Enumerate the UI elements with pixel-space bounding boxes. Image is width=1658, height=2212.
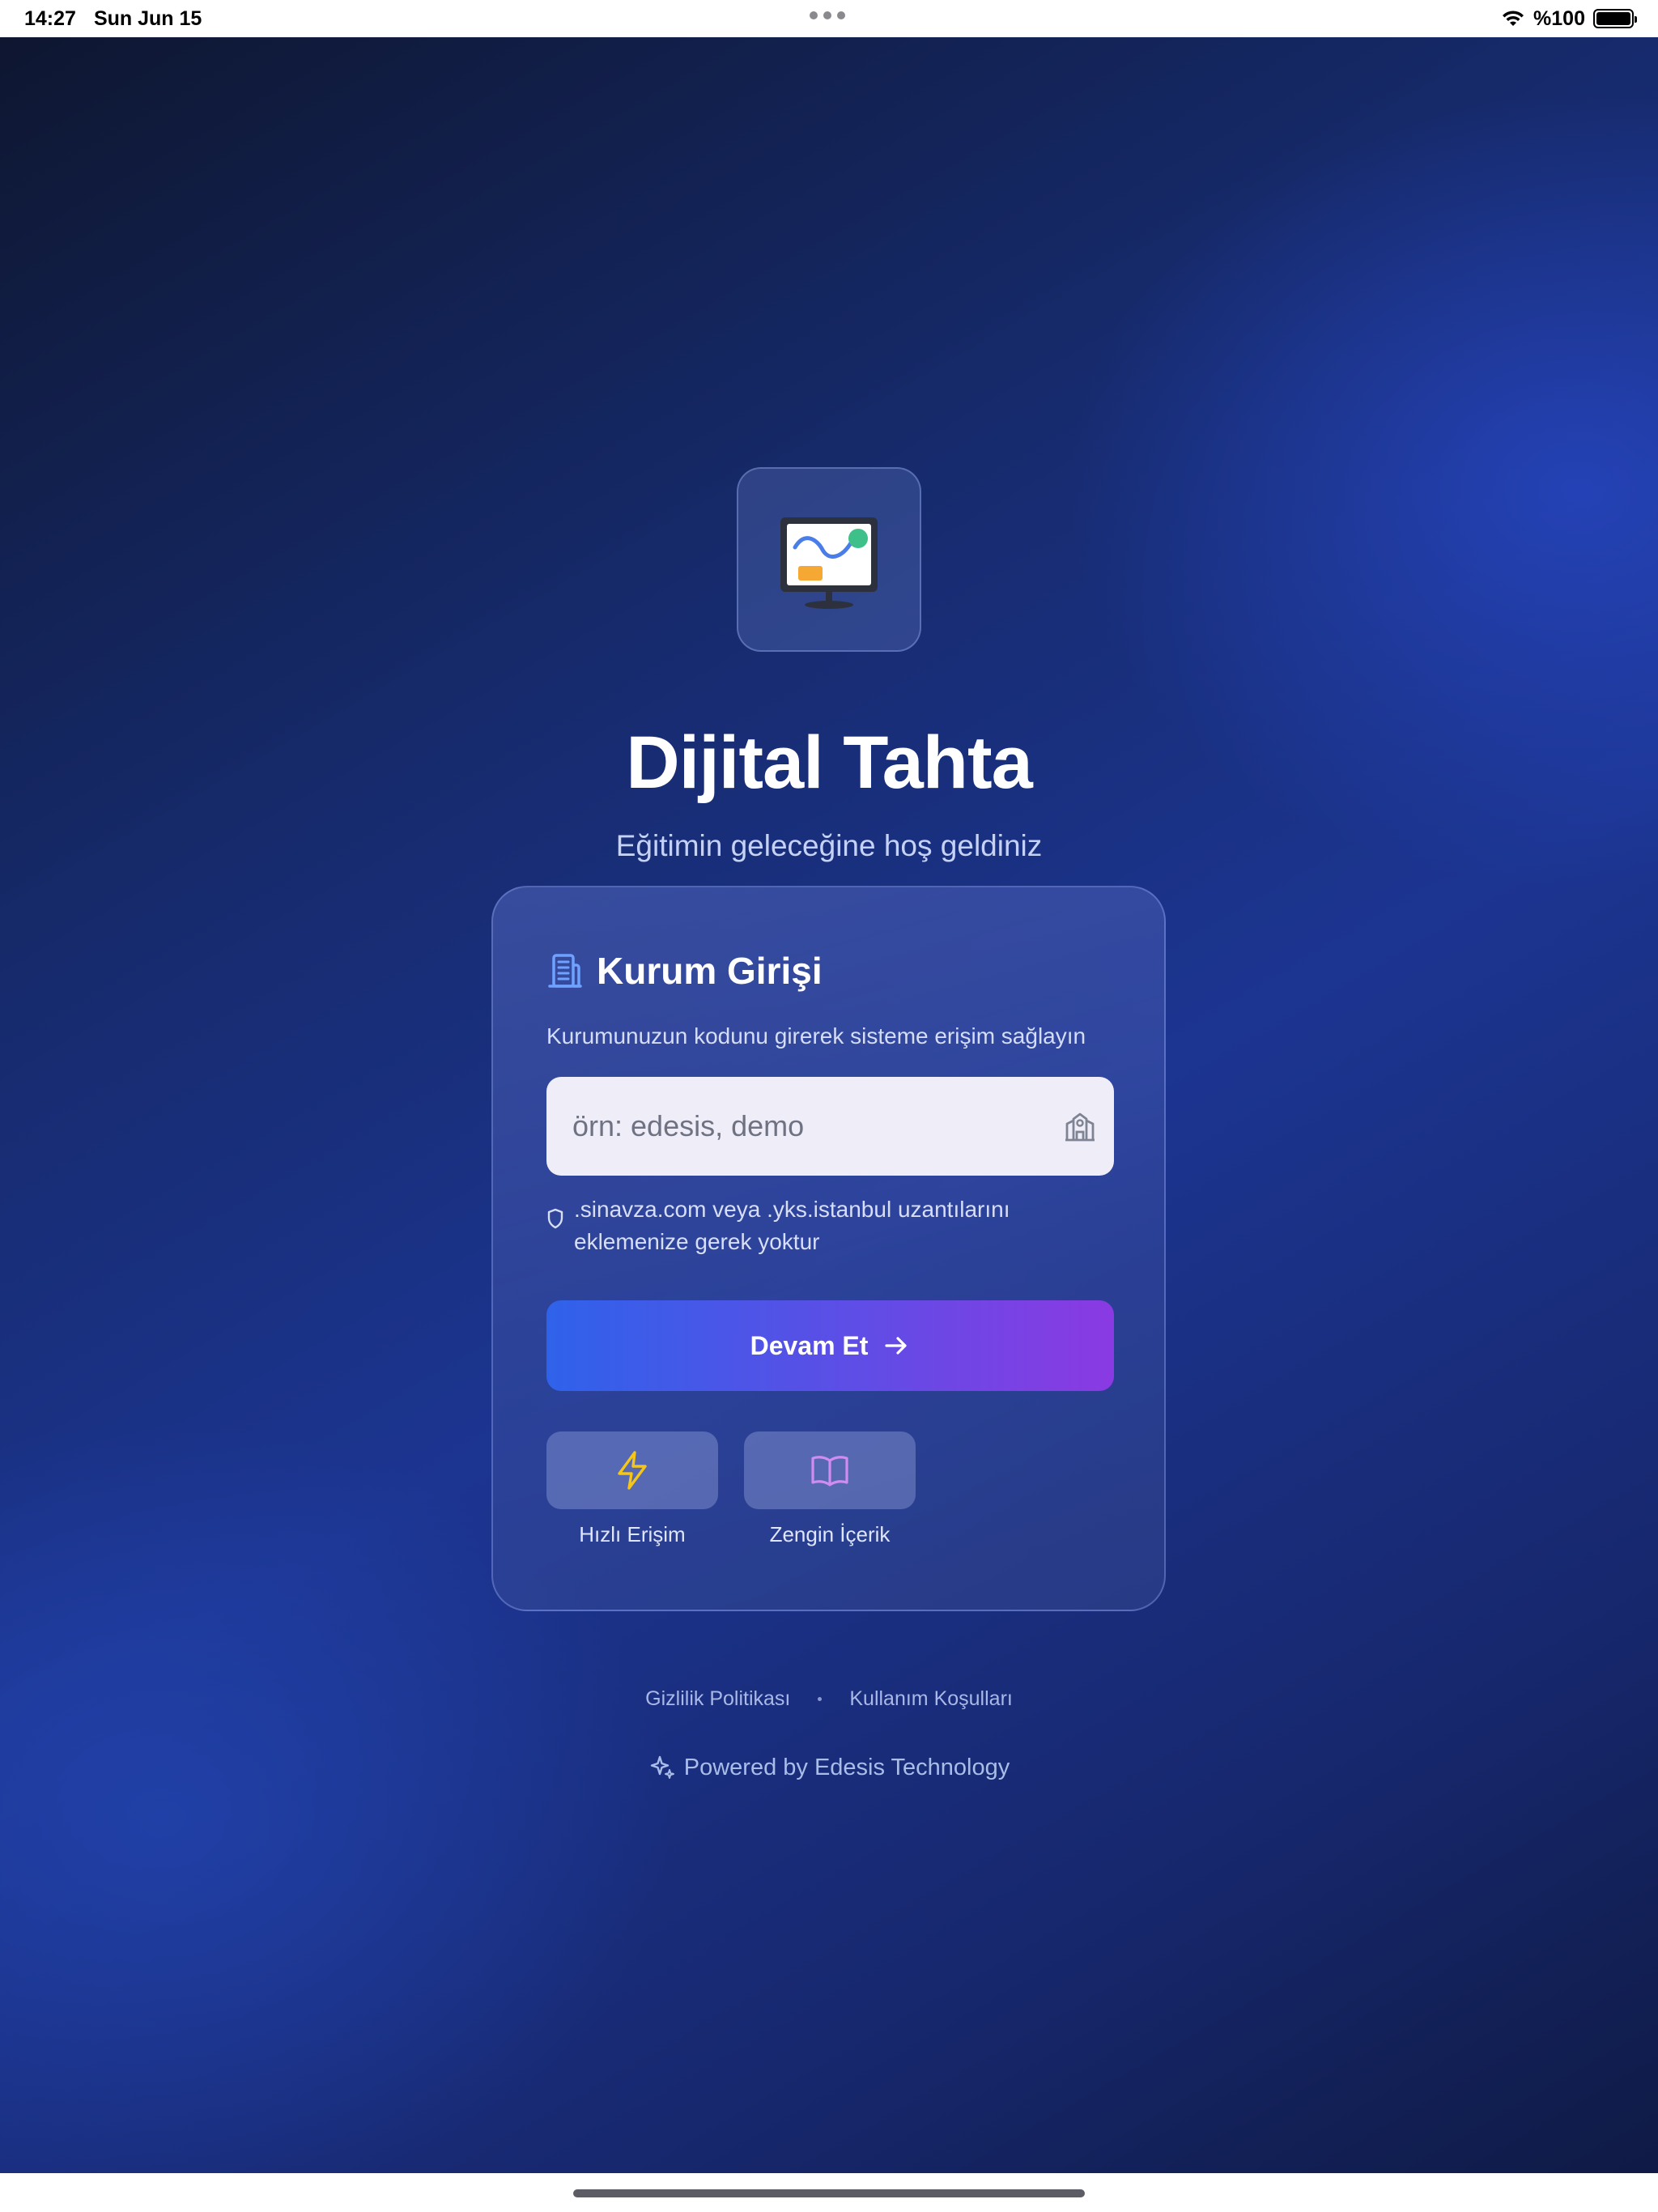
feature-fast-access[interactable]: Hızlı Erişim (546, 1431, 718, 1547)
powered-by: Powered by Edesis Technology (0, 1754, 1658, 1781)
footer-separator (818, 1697, 823, 1701)
app-subtitle: Eğitimin geleceğine hoş geldiniz (615, 829, 1043, 862)
footer-links: Gizlilik Politikası Kullanım Koşulları (0, 1687, 1658, 1711)
institution-code-field[interactable] (546, 1077, 1114, 1176)
privacy-policy-link[interactable]: Gizlilik Politikası (645, 1687, 790, 1711)
card-description: Kurumunuzun kodunu girerek sisteme erişi… (546, 1023, 1086, 1049)
feature-fast-access-label: Hızlı Erişim (579, 1522, 686, 1546)
institution-code-input[interactable] (572, 1109, 1074, 1143)
app-title: Dijital Tahta (626, 721, 1033, 804)
card-header: Kurum Girişi (546, 949, 823, 993)
wifi-icon (1503, 11, 1524, 26)
battery-icon (1593, 9, 1637, 28)
institution-login-card: Kurum Girişi Kurumunuzun kodunu girerek … (491, 886, 1166, 1611)
card-title: Kurum Girişi (597, 950, 823, 992)
lightning-icon (618, 1451, 647, 1490)
multitasking-dots-icon[interactable] (810, 11, 845, 19)
digital-whiteboard-icon (737, 467, 921, 652)
feature-fast-access-box[interactable] (546, 1431, 718, 1509)
feature-rich-content-label: Zengin İçerik (769, 1522, 891, 1546)
terms-of-use-link[interactable]: Kullanım Koşulları (849, 1687, 1012, 1711)
feature-rich-content-box[interactable] (744, 1431, 916, 1509)
continue-button[interactable]: Devam Et (546, 1300, 1114, 1391)
building-icon (548, 954, 582, 988)
status-right: %100 (1501, 6, 1637, 31)
book-open-icon (811, 1456, 848, 1487)
status-time: 14:27 (24, 6, 76, 30)
school-icon (1065, 1112, 1095, 1142)
continue-button-label: Devam Et (750, 1330, 869, 1360)
domain-hint-text: .sinavza.com veya .yks.istanbul uzantıla… (574, 1197, 1010, 1254)
feature-rich-content[interactable]: Zengin İçerik (744, 1431, 916, 1547)
arrow-right-icon (885, 1337, 908, 1355)
status-bar: 14:27 Sun Jun 15 %100 (0, 0, 1658, 37)
powered-by-text: Powered by Edesis Technology (683, 1754, 1010, 1780)
status-left: 14:27 Sun Jun 15 (24, 7, 219, 31)
home-indicator[interactable] (573, 2189, 1085, 2197)
status-date: Sun Jun 15 (93, 6, 202, 30)
sparkles-icon (650, 1755, 674, 1779)
shield-icon (547, 1208, 563, 1229)
domain-hint: .sinavza.com veya .yks.istanbul uzantıla… (546, 1193, 1113, 1258)
battery-percentage: %100 (1533, 6, 1585, 30)
